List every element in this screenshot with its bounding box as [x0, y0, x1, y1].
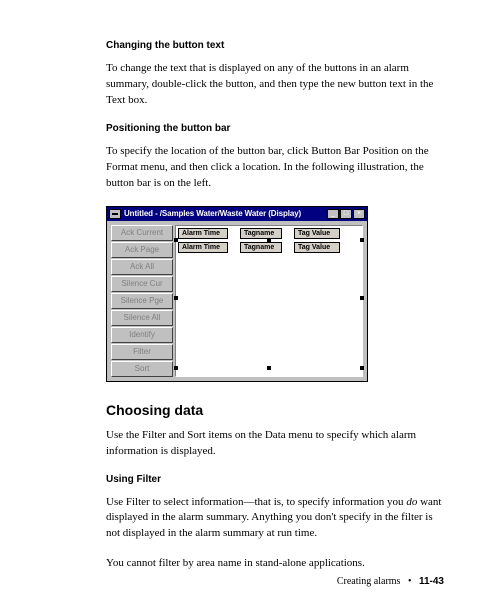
client-area: Ack Current Ack Page Ack All Silence Cur… — [107, 221, 367, 381]
text-run: Use Filter to select information—that is… — [106, 496, 406, 508]
para-choosing-data: Use the Filter and Sort items on the Dat… — [106, 428, 444, 460]
button-bar: Ack Current Ack Page Ack All Silence Cur… — [111, 225, 173, 377]
selection-handle[interactable] — [267, 366, 271, 370]
header-row-2: Alarm Time Tagname Tag Value — [178, 242, 360, 253]
ack-current-button[interactable]: Ack Current — [111, 225, 173, 241]
selection-handle[interactable] — [174, 366, 178, 370]
heading-using-filter: Using Filter — [106, 474, 444, 485]
page-footer: Creating alarms • 11-43 — [337, 576, 444, 587]
identify-button[interactable]: Identify — [111, 327, 173, 343]
maximize-button[interactable]: □ — [340, 209, 352, 219]
footer-chapter-name: Creating alarms — [337, 576, 401, 587]
text-emphasis-do: do — [406, 496, 417, 508]
alarm-grid: Alarm Time Tagname Tag Value Alarm Time … — [175, 225, 363, 377]
col-tagname[interactable]: Tagname — [240, 228, 282, 239]
heading-positioning-button-bar: Positioning the button bar — [106, 123, 444, 134]
col-tag-value-2[interactable]: Tag Value — [294, 242, 340, 253]
sort-button[interactable]: Sort — [111, 361, 173, 377]
para-using-filter-2: You cannot filter by area name in stand-… — [106, 556, 444, 572]
silence-cur-button[interactable]: Silence Cur — [111, 276, 173, 292]
selection-handle[interactable] — [174, 296, 178, 300]
col-alarm-time[interactable]: Alarm Time — [178, 228, 228, 239]
silence-pge-button[interactable]: Silence Pge — [111, 293, 173, 309]
para-using-filter-1: Use Filter to select information—that is… — [106, 495, 444, 543]
selection-handle[interactable] — [267, 238, 271, 242]
col-tagname-2[interactable]: Tagname — [240, 242, 282, 253]
footer-bullet: • — [408, 576, 412, 587]
heading-changing-button-text: Changing the button text — [106, 40, 444, 51]
selection-handle[interactable] — [360, 238, 364, 242]
minimize-button[interactable]: _ — [327, 209, 339, 219]
system-menu-icon[interactable] — [109, 209, 121, 219]
grid-body — [178, 256, 360, 366]
embedded-screenshot: Untitled - /Samples Water/Waste Water (D… — [106, 206, 444, 382]
para-changing-button-text: To change the text that is displayed on … — [106, 61, 444, 109]
titlebar: Untitled - /Samples Water/Waste Water (D… — [107, 207, 367, 221]
page-number: 11-43 — [419, 576, 444, 587]
window-title: Untitled - /Samples Water/Waste Water (D… — [124, 209, 326, 218]
selection-handle[interactable] — [360, 296, 364, 300]
filter-button[interactable]: Filter — [111, 344, 173, 360]
selection-handle[interactable] — [360, 366, 364, 370]
close-button[interactable]: × — [353, 209, 365, 219]
col-tag-value[interactable]: Tag Value — [294, 228, 340, 239]
para-positioning-button-bar: To specify the location of the button ba… — [106, 144, 444, 192]
silence-all-button[interactable]: Silence All — [111, 310, 173, 326]
heading-choosing-data: Choosing data — [106, 402, 444, 418]
app-window: Untitled - /Samples Water/Waste Water (D… — [106, 206, 368, 382]
selection-handle[interactable] — [174, 238, 178, 242]
ack-page-button[interactable]: Ack Page — [111, 242, 173, 258]
col-alarm-time-2[interactable]: Alarm Time — [178, 242, 228, 253]
ack-all-button[interactable]: Ack All — [111, 259, 173, 275]
